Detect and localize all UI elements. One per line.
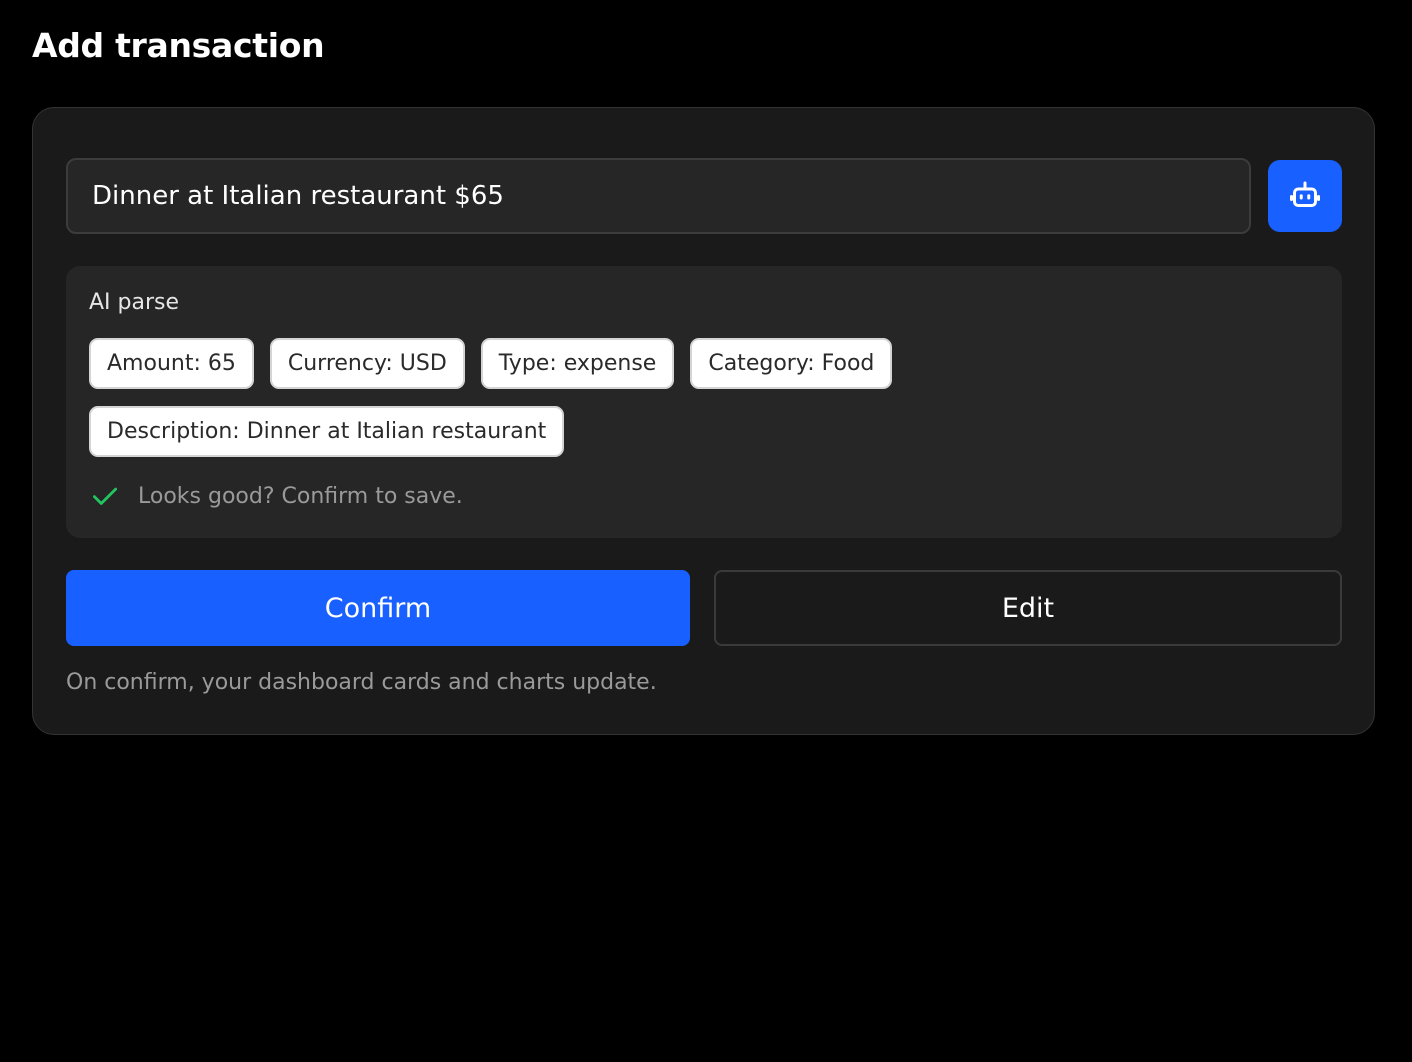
parse-status: Looks good? Confirm to save.: [90, 481, 463, 511]
robot-icon: [1287, 177, 1323, 216]
status-text: Looks good? Confirm to save.: [138, 483, 463, 509]
ai-parse-heading: AI parse: [89, 290, 180, 315]
parse-chip-row: Amount: 65 Currency: USD Type: expense C…: [89, 338, 893, 389]
edit-button[interactable]: Edit: [714, 570, 1342, 646]
check-icon: [90, 481, 120, 511]
footnote-text: On confirm, your dashboard cards and cha…: [66, 670, 657, 695]
ai-parse-panel: AI parse Amount: 65 Currency: USD Type: …: [66, 266, 1342, 538]
amount-chip: Amount: 65: [89, 338, 254, 389]
parse-chip-row: Description: Dinner at Italian restauran…: [89, 406, 565, 457]
category-chip: Category: Food: [690, 338, 893, 389]
currency-chip: Currency: USD: [269, 338, 465, 389]
transaction-description-input[interactable]: [66, 158, 1251, 234]
confirm-button[interactable]: Confirm: [66, 570, 690, 646]
type-chip: Type: expense: [480, 338, 675, 389]
page-title: Add transaction: [32, 26, 325, 65]
ai-parse-button[interactable]: [1268, 160, 1342, 232]
description-chip: Description: Dinner at Italian restauran…: [89, 406, 565, 457]
add-transaction-card: AI parse Amount: 65 Currency: USD Type: …: [32, 107, 1375, 735]
